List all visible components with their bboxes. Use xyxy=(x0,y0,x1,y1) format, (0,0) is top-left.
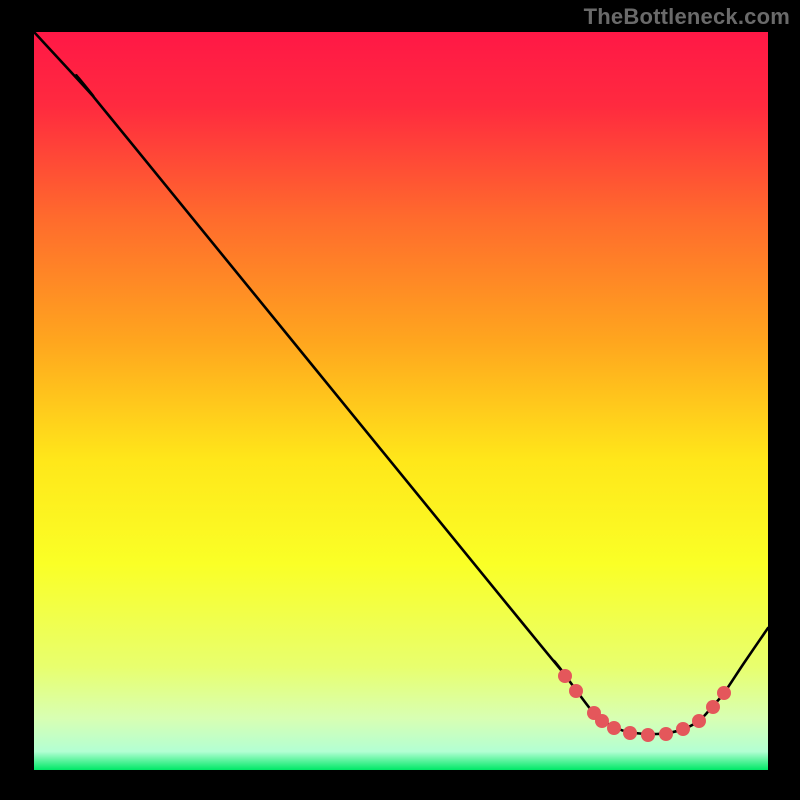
chart-svg xyxy=(0,0,800,800)
marker-point xyxy=(717,686,731,700)
marker-point xyxy=(595,714,609,728)
marker-point xyxy=(641,728,655,742)
marker-point xyxy=(676,722,690,736)
marker-point xyxy=(607,721,621,735)
marker-point xyxy=(692,714,706,728)
gradient-background xyxy=(34,32,768,770)
chart-stage: TheBottleneck.com xyxy=(0,0,800,800)
marker-point xyxy=(569,684,583,698)
marker-point xyxy=(558,669,572,683)
marker-point xyxy=(706,700,720,714)
marker-point xyxy=(623,726,637,740)
watermark-label: TheBottleneck.com xyxy=(584,4,790,30)
marker-point xyxy=(659,727,673,741)
